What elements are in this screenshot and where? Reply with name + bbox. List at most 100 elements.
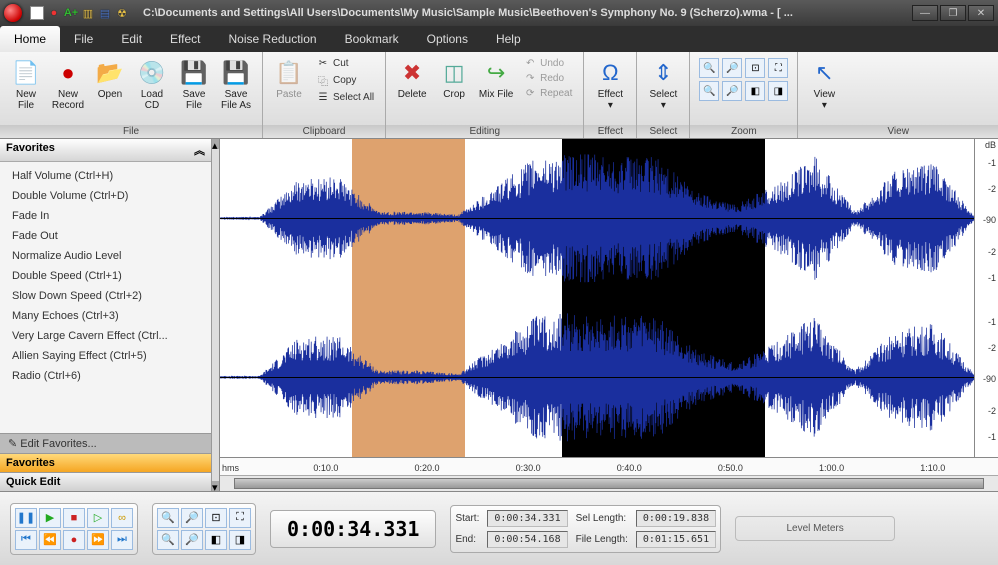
main-area: Favorites ︽ Half Volume (Ctrl+H) Double …: [0, 139, 998, 491]
play-button[interactable]: ▶: [39, 508, 61, 528]
menu-file[interactable]: File: [60, 26, 107, 52]
play-sel-button[interactable]: ▷: [87, 508, 109, 528]
pause-button[interactable]: ❚❚: [15, 508, 37, 528]
delete-button[interactable]: ✖Delete: [392, 55, 432, 115]
fav-item[interactable]: Radio (Ctrl+6): [0, 366, 211, 386]
file-length-value: 0:01:15.651: [636, 531, 716, 548]
menu-effect[interactable]: Effect: [156, 26, 214, 52]
menu-noise-reduction[interactable]: Noise Reduction: [215, 26, 331, 52]
effect-button[interactable]: ΩEffect▾: [590, 55, 630, 115]
loop-button[interactable]: ∞: [111, 508, 133, 528]
redo-button[interactable]: ↷Redo: [520, 72, 575, 85]
edit-favorites-button[interactable]: ✎ Edit Favorites...: [0, 433, 211, 453]
zoom-in-v-button[interactable]: 🔍: [699, 81, 719, 101]
fav-item[interactable]: Half Volume (Ctrl+H): [0, 166, 211, 186]
menu-edit[interactable]: Edit: [107, 26, 156, 52]
fav-item[interactable]: Fade Out: [0, 226, 211, 246]
qat-add-icon[interactable]: A+: [64, 6, 78, 20]
zoom-sel-button[interactable]: ⊡: [745, 58, 765, 78]
vertical-scrollbar[interactable]: ▴ ▾: [212, 139, 220, 491]
sidebar-tab-favorites[interactable]: Favorites: [0, 453, 211, 472]
repeat-button[interactable]: ⟳Repeat: [520, 87, 575, 100]
app-orb-icon[interactable]: [4, 4, 22, 22]
zoom-out-h-button[interactable]: 🔎: [722, 58, 742, 78]
menu-options[interactable]: Options: [413, 26, 482, 52]
menu-home[interactable]: Home: [0, 26, 60, 52]
sel-length-label: Sel Length:: [576, 513, 628, 524]
timeline[interactable]: hms 0:10.0 0:20.0 0:30.0 0:40.0 0:50.0 1…: [220, 457, 998, 475]
sel-length-value: 0:00:19.838: [636, 510, 716, 527]
zoom-vout-button[interactable]: 🔎: [181, 530, 203, 550]
zoom-left-button[interactable]: ◧: [745, 81, 765, 101]
load-cd-button[interactable]: 💿Load CD: [132, 55, 172, 115]
fav-item[interactable]: Normalize Audio Level: [0, 246, 211, 266]
zoom-out-button[interactable]: 🔎: [181, 508, 203, 528]
minimize-button[interactable]: —: [912, 5, 938, 21]
status-bar: ❚❚ ▶ ■ ▷ ∞ ⏮ ⏪ ● ⏩ ⏭ 🔍 🔎 ⊡ ⛶ 🔍 🔎 ◧ ◨ 0:0…: [0, 491, 998, 565]
copy-button[interactable]: ⿻Copy: [313, 72, 377, 89]
go-end-button[interactable]: ⏭: [111, 530, 133, 550]
close-button[interactable]: ✕: [968, 5, 994, 21]
new-record-button[interactable]: ●New Record: [48, 55, 88, 115]
qat-new-icon[interactable]: [30, 6, 44, 20]
start-label: Start:: [455, 513, 479, 524]
zoom-out-v-button[interactable]: 🔎: [722, 81, 742, 101]
cut-button[interactable]: ✂Cut: [313, 57, 377, 70]
forward-button[interactable]: ⏩: [87, 530, 109, 550]
waveform-canvas[interactable]: dB -1 -2 -90 -2 -1 -1 -2 -90 -2 -1: [220, 139, 998, 457]
ribbon-group-file-label: File: [0, 125, 262, 138]
end-label: End:: [455, 534, 479, 545]
crop-button[interactable]: ◫Crop: [434, 55, 474, 115]
qat-open-icon[interactable]: ▥: [81, 6, 95, 20]
zoom-selection-button[interactable]: ⊡: [205, 508, 227, 528]
sidebar-tab-quick-edit[interactable]: Quick Edit: [0, 472, 211, 491]
ribbon-group-file: 📄New File ●New Record 📂Open 💿Load CD 💾Sa…: [0, 52, 263, 138]
qat-save-icon[interactable]: ▤: [98, 6, 112, 20]
zoom-r-button[interactable]: ◨: [229, 530, 251, 550]
zoom-in-button[interactable]: 🔍: [157, 508, 179, 528]
ribbon-group-editing: ✖Delete ◫Crop ↪Mix File ↶Undo ↷Redo ⟳Rep…: [386, 52, 584, 138]
new-file-button[interactable]: 📄New File: [6, 55, 46, 115]
go-start-button[interactable]: ⏮: [15, 530, 37, 550]
open-button[interactable]: 📂Open: [90, 55, 130, 115]
fav-item[interactable]: Very Large Cavern Effect (Ctrl...: [0, 326, 211, 346]
save-file-button[interactable]: 💾Save File: [174, 55, 214, 115]
save-file-as-button[interactable]: 💾Save File As: [216, 55, 256, 115]
window-title: C:\Documents and Settings\All Users\Docu…: [143, 7, 908, 19]
ribbon-group-clipboard: 📋Paste ✂Cut ⿻Copy ☰Select All Clipboard: [263, 52, 386, 138]
paste-button[interactable]: 📋Paste: [269, 55, 309, 115]
qat-radiation-icon[interactable]: ☢: [115, 6, 129, 20]
qat-record-icon[interactable]: ●: [47, 6, 61, 20]
stop-button[interactable]: ■: [63, 508, 85, 528]
zoom-in-h-button[interactable]: 🔍: [699, 58, 719, 78]
db-scale: dB -1 -2 -90 -2 -1 -1 -2 -90 -2 -1: [974, 139, 998, 457]
undo-button[interactable]: ↶Undo: [520, 57, 575, 70]
menu-bookmark[interactable]: Bookmark: [331, 26, 413, 52]
menu-help[interactable]: Help: [482, 26, 535, 52]
zoom-vin-button[interactable]: 🔍: [157, 530, 179, 550]
fav-item[interactable]: Fade In: [0, 206, 211, 226]
zoom-all-button[interactable]: ⛶: [229, 508, 251, 528]
horizontal-scrollbar[interactable]: [220, 475, 998, 491]
rewind-button[interactable]: ⏪: [39, 530, 61, 550]
sidebar-header: Favorites ︽: [0, 139, 211, 162]
select-all-button[interactable]: ☰Select All: [313, 91, 377, 104]
ribbon-group-select-label: Select: [637, 125, 689, 138]
view-button[interactable]: ↖View▾: [804, 55, 844, 115]
maximize-button[interactable]: ❐: [940, 5, 966, 21]
end-value: 0:00:54.168: [487, 531, 567, 548]
fav-item[interactable]: Many Echoes (Ctrl+3): [0, 306, 211, 326]
ribbon-group-editing-label: Editing: [386, 125, 583, 138]
zoom-l-button[interactable]: ◧: [205, 530, 227, 550]
record-trans-button[interactable]: ●: [63, 530, 85, 550]
collapse-icon[interactable]: ︽: [194, 142, 205, 158]
mix-file-button[interactable]: ↪Mix File: [476, 55, 516, 115]
ribbon-group-zoom-label: Zoom: [690, 125, 797, 138]
fav-item[interactable]: Slow Down Speed (Ctrl+2): [0, 286, 211, 306]
select-button[interactable]: ⇕Select▾: [643, 55, 683, 115]
zoom-right-button[interactable]: ◨: [768, 81, 788, 101]
fav-item[interactable]: Allien Saying Effect (Ctrl+5): [0, 346, 211, 366]
fav-item[interactable]: Double Volume (Ctrl+D): [0, 186, 211, 206]
fav-item[interactable]: Double Speed (Ctrl+1): [0, 266, 211, 286]
zoom-full-button[interactable]: ⛶: [768, 58, 788, 78]
